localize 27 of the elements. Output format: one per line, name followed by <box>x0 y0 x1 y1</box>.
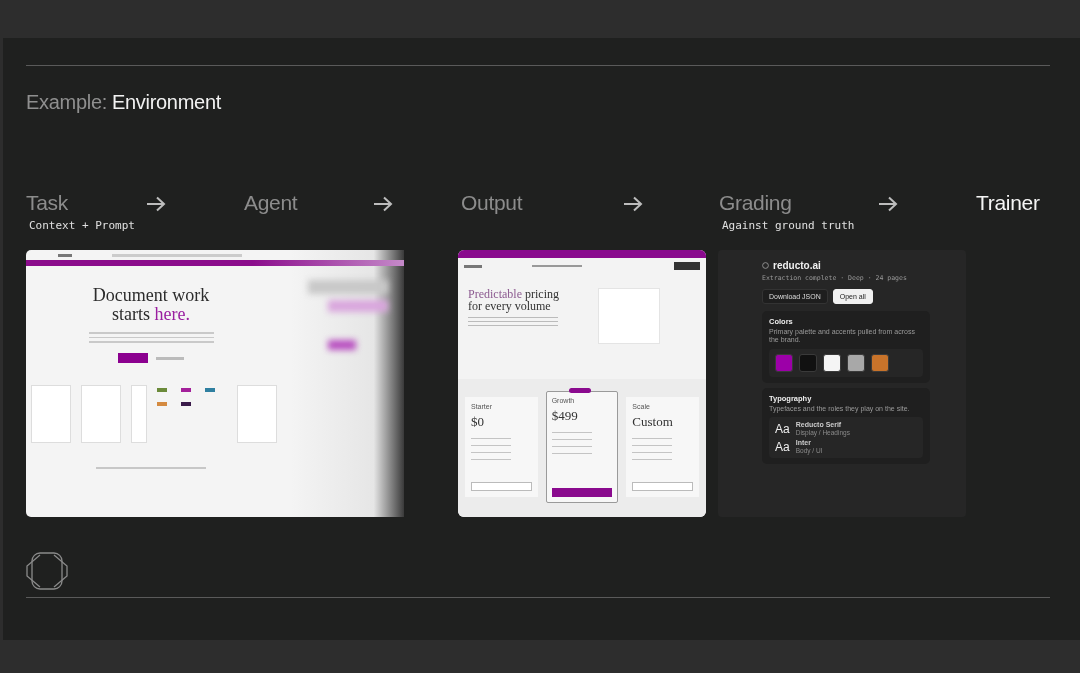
step-label: Trainer <box>976 191 1041 215</box>
plan-price: $499 <box>551 408 579 424</box>
logo-placeholder <box>58 253 72 257</box>
step-label: Output <box>461 191 524 215</box>
arrow-icon <box>373 196 393 212</box>
site-title: reducto.ai <box>773 260 821 271</box>
heading-title: Environment <box>112 91 221 114</box>
step-caption: Context + Prompt <box>29 219 136 232</box>
hero-headline: Document work starts here. <box>91 286 211 324</box>
arrow-icon <box>878 196 898 212</box>
logo-icon <box>26 552 68 590</box>
blurred-text <box>156 356 184 360</box>
pricing-headline: Predictable pricing for every volume <box>468 288 560 312</box>
plan-price: Custom <box>632 414 674 430</box>
font-sample: Aa <box>775 421 790 436</box>
font-sample: Aa <box>775 439 790 454</box>
step-label: Grading <box>719 191 793 215</box>
logo-placeholder <box>464 264 482 268</box>
heading-prefix: Example: <box>26 91 107 114</box>
step-label: Task <box>26 191 69 215</box>
arrow-icon <box>623 196 643 212</box>
arrow-icon <box>146 196 166 212</box>
step-caption: Against ground truth <box>722 219 856 232</box>
plan-price: $0 <box>471 414 485 430</box>
popular-badge <box>568 388 591 393</box>
step-label: Agent <box>244 191 299 215</box>
calculator-preview <box>598 288 660 344</box>
